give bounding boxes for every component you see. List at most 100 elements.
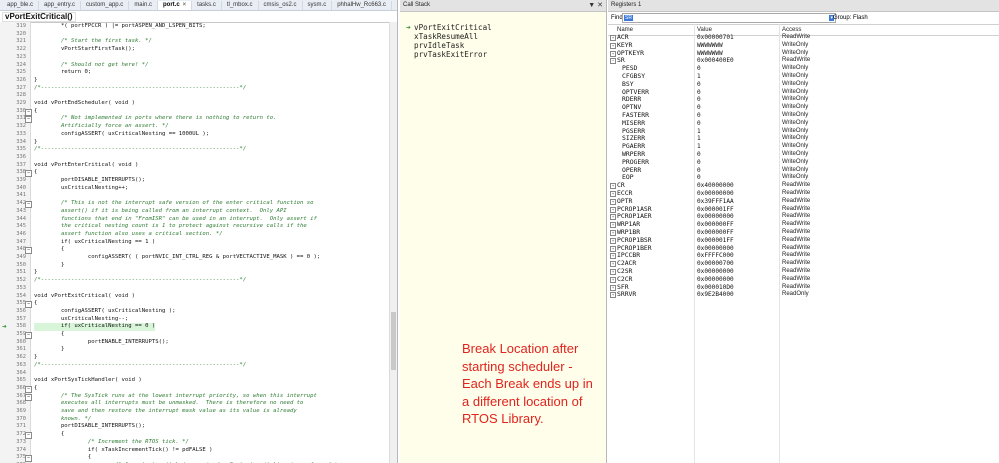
code-line[interactable]: 367− /* The SysTick runs at the lowest i…	[0, 393, 389, 401]
register-value[interactable]: 0x00000000	[697, 190, 734, 198]
expand-icon[interactable]: +	[610, 198, 616, 205]
expand-icon[interactable]: +	[610, 237, 616, 244]
register-value[interactable]: 0x000001FF	[697, 237, 734, 245]
code-line[interactable]: 353	[0, 285, 389, 293]
code-line[interactable]: 352 /*-----------------------------------…	[0, 277, 389, 285]
expand-icon[interactable]: +	[610, 206, 616, 213]
editor-scrollbar[interactable]	[389, 22, 397, 463]
code-line[interactable]: 331− /* Not implemented in ports where t…	[0, 115, 389, 124]
register-value[interactable]: 1	[697, 135, 701, 143]
register-value[interactable]: 0x000010D0	[697, 284, 734, 292]
code-line[interactable]: 354 void vPortExitCritical( void )	[0, 293, 389, 301]
register-row[interactable]: MISERR 0 WriteOnly	[608, 119, 999, 128]
code-line[interactable]: 359− {	[0, 331, 389, 339]
editor-tab[interactable]: app_entry.c	[39, 1, 81, 10]
code-line[interactable]: 347 if( uxCriticalNesting == 1 )	[0, 239, 389, 247]
editor-tab[interactable]: app_ble.c	[2, 1, 40, 10]
editor-tab[interactable]: cmsis_os2.c	[259, 1, 303, 10]
register-row[interactable]: + KEYR WWWWWWW WriteOnly	[608, 41, 999, 50]
code-line[interactable]: 345 the critical nesting count is 1 to p…	[0, 223, 389, 231]
code-line[interactable]: 372− {	[0, 431, 389, 440]
code-line[interactable]: 336	[0, 154, 389, 162]
register-row[interactable]: FASTERR 0 WriteOnly	[608, 111, 999, 120]
code-line[interactable]: 361 }	[0, 346, 389, 354]
code-line[interactable]: 322 vPortStartFirstTask();	[0, 46, 389, 54]
register-row[interactable]: + SRRVR 0x9E2B4000 ReadOnly	[608, 291, 999, 299]
close-icon[interactable]: ×	[183, 2, 187, 8]
register-row[interactable]: PESD 0 WriteOnly	[608, 64, 999, 73]
register-value[interactable]: 1	[697, 143, 701, 151]
code-line[interactable]: 342− /* This is not the interrupt safe v…	[0, 200, 389, 209]
register-value[interactable]: WWWWWWW	[697, 42, 723, 50]
expand-icon[interactable]: +	[610, 230, 616, 236]
register-value[interactable]: 0	[697, 96, 701, 104]
expand-icon[interactable]: +	[610, 269, 616, 275]
expand-icon[interactable]: +	[610, 191, 616, 197]
expand-icon[interactable]: +	[610, 276, 616, 283]
register-row[interactable]: PGSERR 1 WriteOnly	[608, 127, 999, 136]
editor-tab[interactable]: tasks.c	[192, 1, 222, 10]
register-value[interactable]: 0x000001FF	[697, 206, 734, 214]
pane-controls[interactable]: ▼ ✕	[588, 0, 603, 11]
register-value[interactable]: 0	[697, 112, 701, 120]
code-line[interactable]: 329 void vPortEndScheduler( void )	[0, 100, 389, 108]
code-line[interactable]: 371 portDISABLE_INTERRUPTS();	[0, 423, 389, 431]
code-line[interactable]: 327 /*-----------------------------------…	[0, 85, 389, 93]
code-line[interactable]: 365 void xPortSysTickHandler( void )	[0, 377, 389, 385]
register-row[interactable]: + PCROP1AER 0x00000000 ReadWrite	[608, 213, 999, 221]
call-stack-frame[interactable]: xTaskResumeAll	[406, 32, 606, 41]
code-view[interactable]: 319 *( portFPCCR ) |= portASPEN_AND_LSPE…	[0, 22, 389, 463]
register-value[interactable]: 0xFFFFC000	[697, 252, 734, 260]
expand-icon[interactable]: +	[610, 292, 616, 299]
register-row[interactable]: + OPTR 0x39FFF1AA ReadWrite	[608, 197, 999, 206]
code-line[interactable]: 326}	[0, 77, 389, 85]
code-line[interactable]: 325 return 0;	[0, 69, 389, 77]
register-value[interactable]: 0	[697, 159, 701, 167]
code-line[interactable]: 338−{	[0, 169, 389, 178]
code-line[interactable]: 366−{	[0, 385, 389, 393]
code-line[interactable]: 373 /* Increment the RTOS tick. */	[0, 439, 389, 447]
register-value[interactable]: 1	[697, 73, 701, 81]
code-line[interactable]: 357 uxCriticalNesting--;	[0, 316, 389, 324]
expand-icon[interactable]: +	[610, 42, 616, 49]
register-row[interactable]: + C2ACR 0x00000700 ReadWrite	[608, 259, 999, 268]
register-row[interactable]: + IPCCBR 0xFFFFC000 ReadWrite	[608, 252, 999, 260]
expand-icon[interactable]: +	[610, 214, 616, 221]
register-value[interactable]: 1	[697, 128, 701, 136]
code-line[interactable]: 350 }	[0, 262, 389, 270]
call-stack-frame[interactable]: ➔ vPortExitCritical	[406, 23, 606, 32]
code-line[interactable]: 346 assert function also uses a critical…	[0, 231, 389, 239]
register-value[interactable]: 0	[697, 120, 701, 128]
code-line[interactable]: 375− {	[0, 454, 389, 463]
code-line[interactable]: 339 portDISABLE_INTERRUPTS();	[0, 177, 389, 185]
code-line[interactable]: 335 /*-----------------------------------…	[0, 146, 389, 154]
register-value[interactable]: 0x00000000	[697, 276, 734, 284]
register-row[interactable]: BSY 0 WriteOnly	[608, 80, 999, 89]
code-line[interactable]: 333 configASSERT( uxCriticalNesting == 1…	[0, 131, 389, 139]
expand-icon[interactable]: +	[610, 261, 616, 268]
register-value[interactable]: 0x40000000	[697, 182, 734, 190]
editor-scroll-thumb[interactable]	[391, 312, 396, 370]
expand-icon[interactable]: +	[610, 253, 616, 260]
code-line[interactable]: 321 /* Start the first task. */	[0, 38, 389, 46]
call-stack-frame[interactable]: prvTaskExitError	[406, 50, 606, 59]
code-line[interactable]: 364	[0, 370, 389, 378]
code-line[interactable]: 362}	[0, 354, 389, 362]
register-row[interactable]: + WRP1BR 0x000000FF ReadWrite	[608, 228, 999, 237]
register-value[interactable]: 0	[697, 65, 701, 73]
register-value[interactable]: 0x000000FF	[697, 229, 734, 237]
register-row[interactable]: + WRP1AR 0x000000FF ReadWrite	[608, 220, 999, 229]
editor-tab[interactable]: main.c	[129, 1, 158, 10]
register-row[interactable]: PGAERR 1 WriteOnly	[608, 142, 999, 151]
editor-tab[interactable]: sysm.c	[303, 1, 333, 10]
register-row[interactable]: + C2CR 0x00000000 ReadWrite	[608, 275, 999, 284]
editor-tab[interactable]: port.c ×	[157, 1, 193, 10]
register-row[interactable]: + CR 0x40000000 ReadWrite	[608, 181, 999, 190]
code-line[interactable]: 323	[0, 54, 389, 62]
code-line[interactable]: 369 save and then restore the interrupt …	[0, 408, 389, 416]
register-value[interactable]: 0x9E2B4000	[697, 291, 734, 299]
code-line[interactable]: 363 /*-----------------------------------…	[0, 362, 389, 370]
code-line[interactable]: ➔ 358 if( uxCriticalNesting == 0 )	[0, 323, 389, 331]
register-value[interactable]: 0x000400E0	[697, 57, 734, 65]
expand-icon[interactable]: +	[610, 222, 616, 229]
